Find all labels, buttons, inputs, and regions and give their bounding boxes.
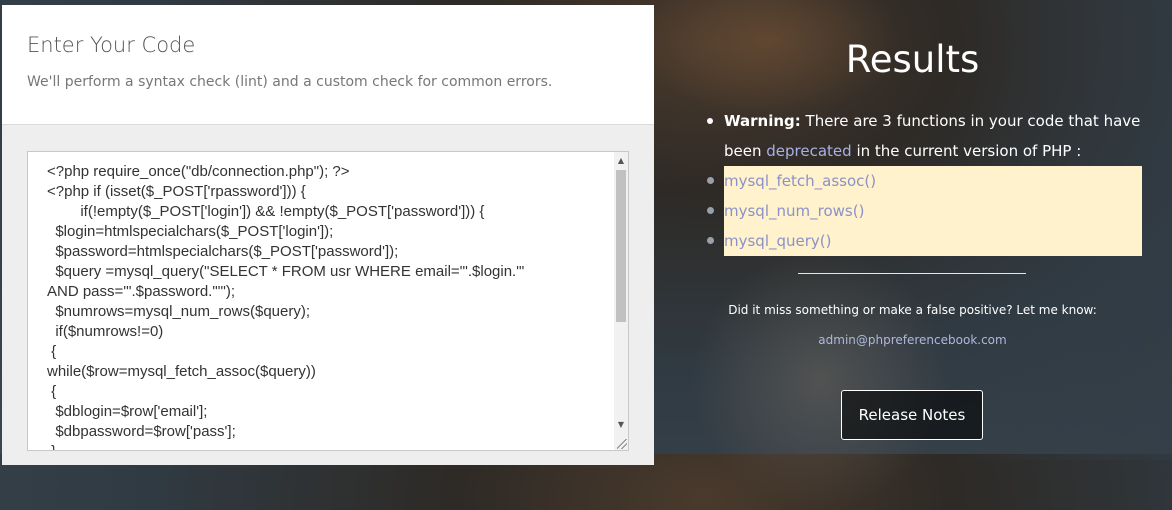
editor-title: Enter Your Code (27, 33, 196, 57)
bullet-icon (707, 177, 714, 184)
bullet-icon (707, 207, 714, 214)
function-item[interactable]: mysql_fetch_assoc() (707, 166, 1142, 196)
code-content[interactable]: <?php require_once("db/connection.php");… (47, 162, 607, 450)
function-name[interactable]: mysql_num_rows() (724, 202, 864, 220)
release-notes-button[interactable]: Release Notes (841, 390, 983, 440)
warning-label: Warning: (724, 112, 801, 130)
function-name[interactable]: mysql_query() (724, 232, 832, 250)
results-list: Warning: There are 3 functions in your c… (700, 106, 1150, 256)
contact-email-link[interactable]: admin@phpreferencebook.com (700, 333, 1125, 347)
code-editor-panel: Enter Your Code We'll perform a syntax c… (2, 5, 654, 465)
function-name[interactable]: mysql_fetch_assoc() (724, 172, 876, 190)
scroll-down-arrow-icon[interactable]: ▼ (614, 418, 628, 432)
deprecated-functions-list: mysql_fetch_assoc() mysql_num_rows() mys… (707, 166, 1142, 256)
warning-item: Warning: There are 3 functions in your c… (700, 106, 1144, 166)
function-item[interactable]: mysql_query() (707, 226, 1142, 256)
resize-grip-icon[interactable] (617, 439, 627, 449)
divider (798, 273, 1026, 274)
warning-text-end: in the current version of PHP : (851, 142, 1082, 160)
textarea-scrollbar[interactable]: ▲ ▼ (614, 152, 628, 450)
scroll-up-arrow-icon[interactable]: ▲ (614, 154, 628, 168)
bullet-icon (707, 118, 713, 124)
function-item[interactable]: mysql_num_rows() (707, 196, 1142, 226)
editor-subtitle: We'll perform a syntax check (lint) and … (27, 74, 553, 90)
scrollbar-thumb[interactable] (616, 170, 626, 322)
code-textarea[interactable]: <?php require_once("db/connection.php");… (27, 151, 629, 451)
editor-header: Enter Your Code We'll perform a syntax c… (2, 5, 654, 125)
results-title: Results (845, 38, 980, 81)
deprecated-link[interactable]: deprecated (766, 142, 851, 160)
background-photo-blur (690, 250, 950, 510)
bullet-icon (707, 237, 714, 244)
feedback-text: Did it miss something or make a false po… (728, 303, 1097, 317)
